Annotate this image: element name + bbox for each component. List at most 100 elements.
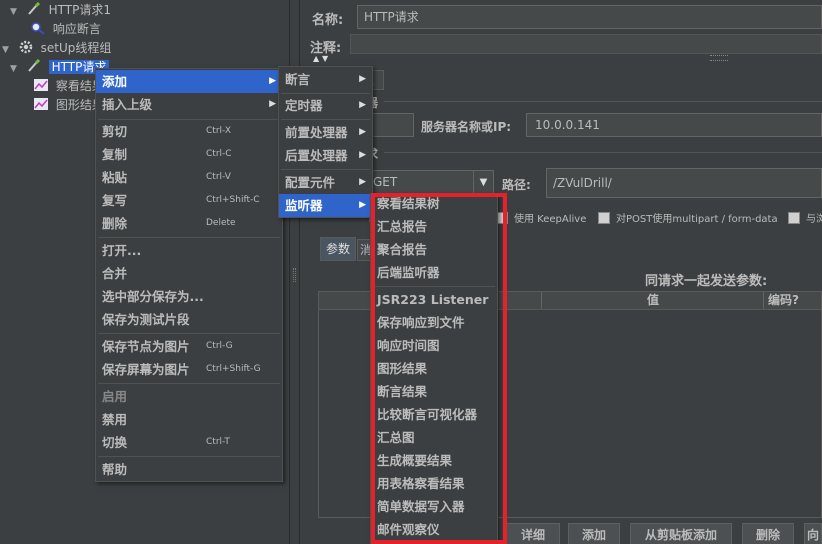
browser-headers-checkbox[interactable]: 与浏 [788, 212, 822, 226]
menu-item-save-responses[interactable]: 保存响应到文件 [371, 311, 497, 334]
menu-item-merge[interactable]: 合并 [96, 262, 282, 285]
menu-item-response-time-graph[interactable]: 响应时间图 [371, 334, 497, 357]
menu-item-generate-summary-results[interactable]: 生成概要结果 [371, 449, 497, 472]
pipette-icon [26, 58, 42, 73]
menu-item-help[interactable]: 帮助 [96, 458, 282, 481]
submenu-arrow-icon: ▶ [359, 177, 366, 187]
column-separator [763, 292, 764, 309]
menu-item-view-results-table[interactable]: 用表格察看结果 [371, 472, 497, 495]
menu-item-simple-data-writer[interactable]: 简单数据写入器 [371, 495, 497, 518]
server-label: 服务器名称或IP: [421, 120, 512, 134]
multipart-label: 对POST使用multipart / form-data [616, 214, 778, 225]
menu-item-backend-listener[interactable]: 后端监听器 [371, 261, 497, 284]
checkbox-box[interactable] [788, 212, 800, 224]
menu-item-duplicate[interactable]: 复写 Ctrl+Shift-C [96, 189, 282, 212]
submenu-arrow-icon: ▶ [269, 76, 276, 86]
section-divider [384, 101, 822, 102]
collapse-grip[interactable] [710, 55, 728, 61]
menu-item-listeners[interactable]: 监听器 ▶ [279, 194, 372, 217]
collapse-down-icon[interactable]: ▼ [322, 55, 328, 63]
splitter-grip[interactable] [293, 268, 296, 282]
menu-item-mailer-visualizer[interactable]: 邮件观察仪 [371, 518, 497, 541]
server-field[interactable]: 10.0.0.141 [526, 113, 822, 137]
collapse-up-icon[interactable]: ▲ [313, 55, 319, 63]
tab-parameters[interactable]: 参数 [320, 237, 356, 261]
multipart-checkbox[interactable]: 对POST使用multipart / form-data [598, 212, 778, 226]
menu-item-toggle[interactable]: 切换 Ctrl-T [96, 431, 282, 454]
path-field[interactable]: /ZVulDrill/ [546, 168, 822, 198]
menu-item-delete[interactable]: 删除 Delete [96, 212, 282, 235]
section-divider [384, 152, 822, 153]
up-button[interactable]: 向 [804, 523, 822, 544]
menu-item-save-screen-image[interactable]: 保存屏幕为图片 Ctrl+Shift-G [96, 358, 282, 381]
menu-separator [373, 286, 495, 287]
checkbox-box[interactable] [598, 212, 610, 224]
menu-item-comparison-assertion-visualizer[interactable]: 比较断言可视化器 [371, 403, 497, 426]
chart-icon [33, 78, 49, 92]
menu-item-save-selection[interactable]: 选中部分保存为... [96, 285, 282, 308]
submenu-arrow-icon: ▶ [359, 150, 366, 160]
add-from-clipboard-button[interactable]: 从剪贴板添加 [630, 523, 732, 544]
menu-item-assertions[interactable]: 断言 ▶ [279, 68, 372, 91]
menu-item-copy[interactable]: 复制 Ctrl-C [96, 143, 282, 166]
menu-item-view-results-tree[interactable]: 察看结果树 [371, 192, 497, 215]
keepalive-checkbox[interactable]: 使用 KeepAlive [496, 212, 586, 226]
tree-item-setup-thread-group[interactable]: ▼ setUp线程组 [2, 39, 111, 57]
menu-item-config-elements[interactable]: 配置元件 ▶ [279, 171, 372, 194]
name-label: 名称: [312, 13, 344, 28]
path-label: 路径: [502, 178, 531, 192]
menu-item-summary-report[interactable]: 汇总报告 [371, 215, 497, 238]
add-button[interactable]: 添加 [568, 523, 620, 544]
context-menu: 添加 ▶ 插入上级 ▶ 剪切 Ctrl-X 复制 Ctrl-C 粘贴 Ctrl-V 复写 C… [95, 68, 283, 482]
detail-button[interactable]: 详细 [506, 523, 560, 544]
menu-item-summary-graph[interactable]: 汇总图 [371, 426, 497, 449]
menu-item-save-node-image[interactable]: 保存节点为图片 Ctrl-G [96, 335, 282, 358]
menu-item-pre-processors[interactable]: 前置处理器 ▶ [279, 121, 372, 144]
menu-item-insert-parent[interactable]: 插入上级 ▶ [96, 93, 282, 116]
expand-arrow-icon[interactable]: ▼ [10, 3, 22, 21]
name-field[interactable]: HTTP请求 [357, 5, 822, 29]
menu-item-paste[interactable]: 粘贴 Ctrl-V [96, 166, 282, 189]
browser-headers-label: 与浏 [806, 214, 822, 225]
protocol-field[interactable] [370, 113, 414, 137]
column-value[interactable]: 值 [647, 292, 659, 309]
expand-arrow-icon[interactable]: ▼ [10, 60, 22, 78]
submenu-arrow-icon: ▶ [359, 127, 366, 137]
pipette-icon [26, 1, 42, 16]
menu-item-aggregate-report[interactable]: 聚合报告 [371, 238, 497, 261]
tree-item-label: 响应断言 [52, 22, 101, 36]
comment-field[interactable] [350, 34, 822, 54]
tree-item-label: setUp线程组 [40, 41, 112, 55]
delete-button[interactable]: 删除 [742, 523, 794, 544]
menu-item-open[interactable]: 打开... [96, 239, 282, 262]
submenu-arrow-icon: ▶ [359, 200, 366, 210]
menu-item-assertion-results[interactable]: 断言结果 [371, 380, 497, 403]
menu-item-disable[interactable]: 禁用 [96, 408, 282, 431]
menu-item-jsr223-listener[interactable]: JSR223 Listener [371, 288, 497, 311]
submenu-arrow-icon: ▶ [359, 100, 366, 110]
menu-separator [98, 383, 280, 384]
expand-arrow-icon[interactable]: ▼ [2, 41, 14, 59]
keepalive-label: 使用 KeepAlive [514, 214, 587, 225]
menu-separator [98, 456, 280, 457]
menu-item-timers[interactable]: 定时器 ▶ [279, 94, 372, 117]
listener-submenu: 察看结果树 汇总报告 聚合报告 后端监听器 JSR223 Listener 保存… [370, 193, 498, 544]
chevron-down-icon[interactable]: ▼ [473, 171, 493, 194]
tree-item-http-request-1[interactable]: ▼ HTTP请求1 [10, 1, 111, 19]
menu-item-add[interactable]: 添加 ▶ [96, 70, 282, 93]
tree-item-label: HTTP请求1 [48, 3, 112, 17]
tree-item-response-assertion[interactable]: 响应断言 [30, 20, 101, 38]
menu-item-enable: 启用 [102, 389, 128, 404]
menu-item-save-test-fragment[interactable]: 保存为测试片段 [96, 308, 282, 331]
menu-item-post-processors[interactable]: 后置处理器 ▶ [279, 144, 372, 167]
method-value: GET [373, 175, 398, 189]
menu-separator [98, 237, 280, 238]
submenu-arrow-icon: ▶ [269, 99, 276, 109]
tree-item-graph-results[interactable]: 图形结果 [33, 96, 104, 114]
menu-separator [281, 169, 370, 170]
menu-item-cut[interactable]: 剪切 Ctrl-X [96, 120, 282, 143]
submenu-arrow-icon: ▶ [359, 74, 366, 84]
collapse-bar[interactable]: ▲ ▼ [310, 55, 822, 63]
menu-item-graph-results[interactable]: 图形结果 [371, 357, 497, 380]
column-encode[interactable]: 编码? [768, 292, 799, 309]
